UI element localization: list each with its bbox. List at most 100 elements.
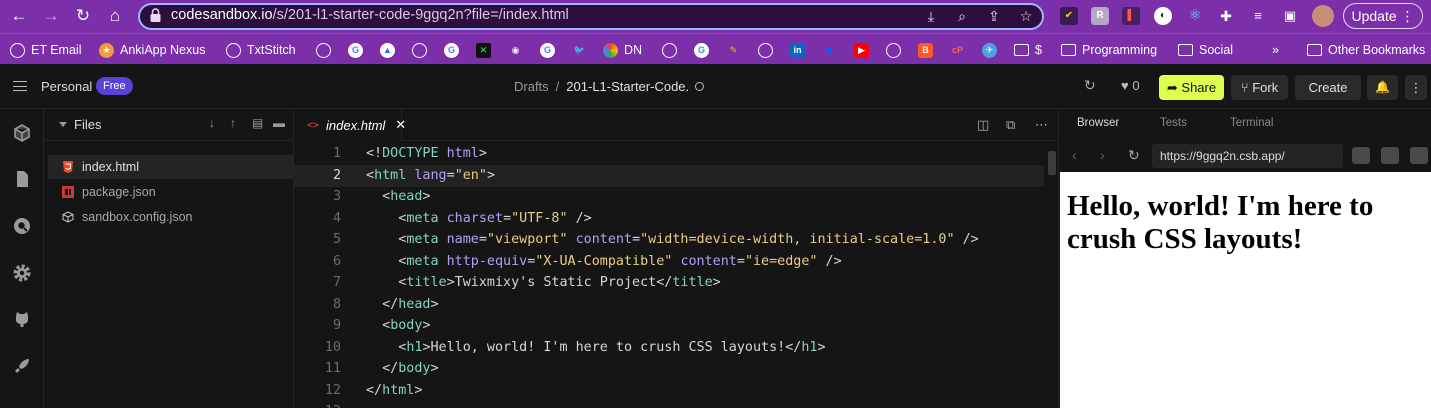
extension-flag-icon[interactable]: ▌ <box>1122 7 1140 25</box>
youtube-icon[interactable]: ▶ <box>854 43 869 58</box>
code-line[interactable]: 6 <meta http-equiv="X-UA-Compatible" con… <box>294 251 1044 273</box>
tab-tests[interactable]: Tests <box>1160 117 1187 129</box>
extension-check-icon[interactable]: ✔ <box>1060 7 1078 25</box>
preview-back-icon[interactable]: ‹ <box>1072 147 1077 163</box>
forward-arrow-icon[interactable]: → <box>38 4 64 28</box>
home-icon[interactable]: ⌂ <box>102 4 128 28</box>
file-item-sandbox-config[interactable]: sandbox.config.json <box>48 205 293 229</box>
code-line[interactable]: 2 <html lang="en"> <box>294 164 1044 187</box>
new-file-icon[interactable]: ▤ <box>252 116 263 130</box>
preview-refresh-icon[interactable]: ↻ <box>1128 147 1140 164</box>
bookmarks-overflow-button[interactable]: » <box>1272 41 1279 59</box>
preview-forward-icon[interactable]: › <box>1100 147 1105 163</box>
runner-icon[interactable]: ✈ <box>982 43 997 58</box>
tab-browser[interactable]: Browser <box>1077 117 1119 129</box>
back-arrow-icon[interactable]: ← <box>6 4 32 28</box>
globe-icon[interactable] <box>662 43 677 58</box>
blogger-icon[interactable]: B <box>918 43 933 58</box>
globe-icon[interactable] <box>758 43 773 58</box>
xodo-icon[interactable]: ✕ <box>476 43 491 58</box>
notifications-bell-icon[interactable]: 🔔 <box>1367 75 1398 100</box>
copy-icon[interactable] <box>1381 147 1399 164</box>
google-icon[interactable]: G <box>694 43 709 58</box>
owl-icon[interactable]: ◉ <box>508 43 523 58</box>
code-line[interactable]: 9 <body> <box>294 315 1044 337</box>
sandbox-title[interactable]: 201-L1-Starter-Code. <box>566 79 689 94</box>
bookmark-ankiapp-nexus[interactable]: ★ AnkiApp Nexus <box>99 41 205 59</box>
menu-icon[interactable] <box>13 81 27 91</box>
fork-button[interactable]: ⑂ Fork <box>1231 75 1288 100</box>
arrow-up-icon[interactable]: ↑ <box>230 116 236 130</box>
share-page-icon[interactable]: ⇪ <box>985 7 1003 25</box>
pencil-icon[interactable]: ✎ <box>726 43 741 58</box>
code-line[interactable]: 11 </body> <box>294 358 1044 380</box>
refresh-icon[interactable]: ↻ <box>1084 77 1096 94</box>
workspace-name[interactable]: Personal <box>41 79 92 94</box>
file-item-index-html[interactable]: index.html <box>48 155 293 179</box>
twitter-icon[interactable]: 🐦 <box>572 43 587 58</box>
tab-terminal[interactable]: Terminal <box>1230 117 1273 129</box>
bookmark-folder-programming[interactable]: Programming <box>1061 41 1157 59</box>
bookmark-folder-other[interactable]: Other Bookmarks <box>1307 41 1425 59</box>
code-line[interactable]: 12 </html> <box>294 380 1044 402</box>
bookmark-txtstitch[interactable]: TxtStitch <box>226 41 296 59</box>
code-line[interactable]: 3 <head> <box>294 186 1044 208</box>
react-devtools-icon[interactable]: ⚛ <box>1186 7 1204 25</box>
gear-icon[interactable] <box>12 263 32 283</box>
collapse-caret-icon[interactable] <box>59 122 67 127</box>
dropbox-icon[interactable]: ◆ <box>822 43 837 58</box>
files-icon[interactable] <box>12 169 32 189</box>
bookmark-dn[interactable]: DN <box>603 41 642 59</box>
cube-icon[interactable] <box>12 123 32 143</box>
google-icon[interactable]: G <box>348 43 363 58</box>
vertical-scrollbar[interactable] <box>1048 151 1056 175</box>
file-item-package-json[interactable]: package.json <box>48 180 293 204</box>
arrow-down-icon[interactable]: ↓ <box>209 116 215 130</box>
open-preview-icon[interactable]: ⧉ <box>1006 117 1015 133</box>
new-folder-icon[interactable]: ▬ <box>273 116 285 130</box>
linkedin-icon[interactable]: in <box>790 43 805 58</box>
bookmark-folder-social[interactable]: Social <box>1178 41 1233 59</box>
star-bookmark-icon[interactable]: ☆ <box>1017 7 1035 25</box>
rocket-icon[interactable] <box>12 356 32 376</box>
tab-index-html[interactable]: <> index.html ✕ <box>294 109 406 141</box>
code-line[interactable]: 5 <meta name="viewport" content="width=d… <box>294 229 1044 251</box>
move-panel-icon[interactable] <box>1352 147 1370 164</box>
globe-icon[interactable] <box>316 43 331 58</box>
extension-circle-icon[interactable]: ◐ <box>1154 7 1172 25</box>
more-horizontal-icon[interactable]: ⋯ <box>1035 117 1048 133</box>
code-line[interactable]: 8 </head> <box>294 294 1044 316</box>
update-button[interactable]: Update ⋮ <box>1343 3 1423 29</box>
address-bar-url[interactable]: codesandbox.io/s/201-l1-starter-code-9gg… <box>171 7 569 23</box>
search-icon[interactable] <box>12 216 32 236</box>
code-line[interactable]: 4 <meta charset="UTF-8" /> <box>294 208 1044 230</box>
reading-list-icon[interactable]: ≡ <box>1249 7 1267 25</box>
github-icon[interactable] <box>12 309 32 329</box>
extensions-puzzle-icon[interactable]: ✚ <box>1217 7 1235 25</box>
bookmark-et-email[interactable]: ET Email <box>10 41 81 59</box>
like-counter[interactable]: ♥ 0 <box>1121 78 1140 93</box>
open-window-icon[interactable] <box>1410 147 1428 164</box>
code-line[interactable]: 10 <h1>Hello, world! I'm here to crush C… <box>294 337 1044 359</box>
breadcrumb-drafts[interactable]: Drafts <box>514 79 549 94</box>
google-icon[interactable]: G <box>444 43 459 58</box>
globe-icon[interactable] <box>886 43 901 58</box>
more-options-icon[interactable]: ⋮ <box>1405 75 1427 100</box>
install-icon[interactable]: ⤓ <box>922 7 940 25</box>
globe-icon[interactable] <box>412 43 427 58</box>
code-line[interactable]: 1 <!DOCTYPE html> <box>294 143 1044 165</box>
preview-url-input[interactable]: https://9ggq2n.csb.app/ <box>1152 144 1343 168</box>
google-icon[interactable]: G <box>540 43 555 58</box>
reload-icon[interactable]: ↻ <box>70 4 96 28</box>
create-button[interactable]: Create <box>1295 75 1361 100</box>
code-line[interactable]: 13 <box>294 401 1044 408</box>
extension-r-icon[interactable]: R <box>1091 7 1109 25</box>
drive-icon[interactable]: ▲ <box>380 43 395 58</box>
code-line[interactable]: 7 <title>Twixmixy's Static Project</titl… <box>294 272 1044 294</box>
avatar[interactable] <box>1312 5 1334 27</box>
code-area[interactable]: 1 <!DOCTYPE html> 2 <html lang="en"> 3 <head… <box>294 141 1058 408</box>
split-editor-icon[interactable]: ◫ <box>977 117 989 133</box>
preview-frame[interactable]: Hello, world! I'm here to crush CSS layo… <box>1060 172 1431 408</box>
cp-icon[interactable]: cP <box>950 43 965 58</box>
close-icon[interactable]: ✕ <box>395 117 406 133</box>
